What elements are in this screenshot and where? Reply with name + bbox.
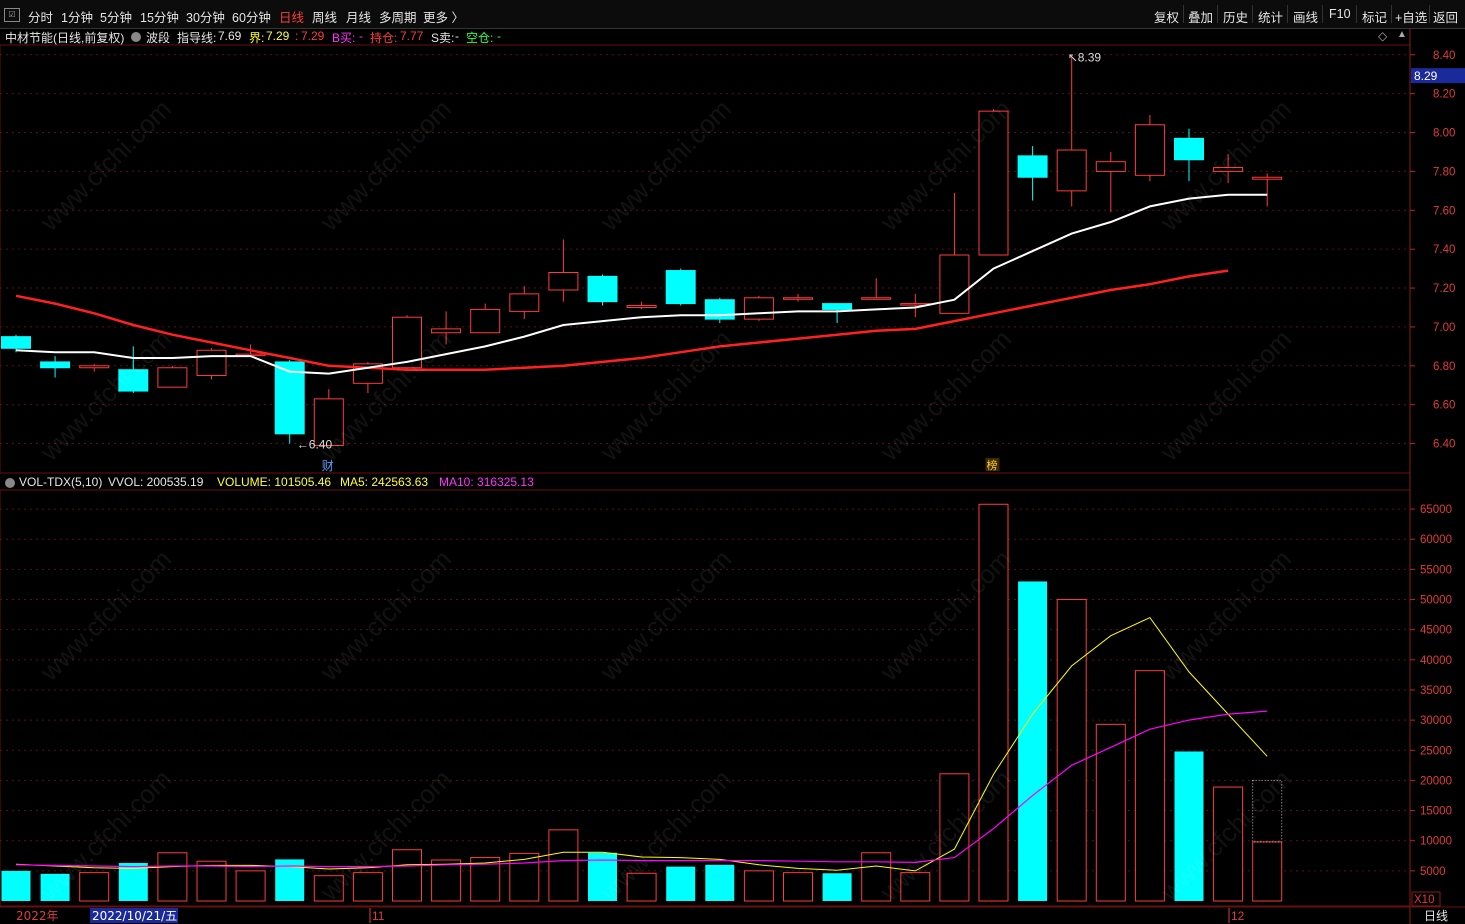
volume-bar-up — [1095, 723, 1126, 902]
volume-axis-label: 60000 — [1420, 534, 1452, 546]
volume-bar-up — [1252, 841, 1283, 902]
candle-body-up — [1095, 161, 1126, 172]
kline-chart[interactable]: 8.40 8.20 8.00 7.80 7.60 7.40 7.20 7.00 6.80 6.60… — [0, 0, 1465, 924]
volume-bar-down — [1174, 751, 1204, 901]
candle-body-up — [978, 110, 1009, 256]
volume-bar-up — [79, 872, 110, 902]
volume-bar-up — [392, 849, 422, 902]
candle-body-up — [1056, 149, 1087, 192]
volume-bar-up — [196, 860, 227, 902]
volume-axis-label: 45000 — [1420, 625, 1452, 637]
candle-body-up — [743, 297, 774, 320]
candle-body-up — [626, 305, 657, 308]
volume-axis-label: 35000 — [1420, 685, 1452, 697]
high-price-marker: ↖8.39 — [1068, 51, 1102, 65]
candle-body-up — [1134, 124, 1165, 176]
volume-bar-up — [157, 852, 188, 902]
price-axis-label: 8.00 — [1433, 128, 1455, 140]
volume-bar-down — [666, 866, 696, 901]
volume-bar-up — [1134, 670, 1165, 902]
volume-bar-up — [1213, 786, 1244, 902]
volume-bar-up — [743, 870, 774, 902]
volume-axis-label: 25000 — [1420, 745, 1452, 757]
candle-body-up — [939, 254, 970, 314]
price-axis-label: 6.60 — [1433, 400, 1455, 412]
candle-body-down — [1174, 137, 1204, 161]
candle-body-up — [783, 297, 813, 300]
candle-body-up — [157, 367, 188, 388]
period-label: 日线 — [1424, 909, 1448, 923]
volume-bar-up — [313, 875, 344, 902]
price-axis-label: 7.20 — [1433, 283, 1455, 295]
candle-body-up — [548, 271, 579, 291]
price-axis-label: 7.80 — [1433, 166, 1455, 178]
volume-bar-up — [900, 872, 931, 902]
volume-bar-up — [626, 872, 657, 902]
price-axis-label: 8.20 — [1433, 89, 1455, 101]
price-axis-label: 6.40 — [1433, 439, 1455, 451]
volume-axis-label: 10000 — [1420, 836, 1452, 848]
volume-axis-label: 30000 — [1420, 715, 1452, 727]
current-price-label: 8.29 — [1414, 69, 1438, 83]
volume-bar-up — [548, 829, 579, 902]
price-axis-label: 7.00 — [1433, 322, 1455, 334]
volume-bar-down — [1, 870, 31, 901]
candle-body-up — [196, 349, 227, 377]
volume-axis-label: 5000 — [1420, 866, 1446, 878]
volume-bar-up — [978, 503, 1009, 902]
candle-body-up — [470, 308, 501, 334]
candle-body-down — [665, 270, 696, 305]
volume-bar-up — [431, 859, 462, 902]
volume-axis-label: 50000 — [1420, 595, 1452, 607]
candle-body-down — [40, 361, 71, 369]
volume-bar-up — [235, 870, 266, 902]
volume-bar-up — [1056, 599, 1087, 902]
candle-body-up — [861, 297, 892, 300]
month-label-nov: 11 — [372, 909, 385, 923]
volume-bar-down — [1018, 581, 1048, 901]
volume-bar-down — [40, 873, 70, 901]
volume-bar-down — [822, 873, 852, 901]
low-price-marker: ←6.40 — [297, 438, 333, 452]
volume-axis-label: 20000 — [1420, 775, 1452, 787]
price-panel-frame — [0, 44, 1411, 474]
price-axis-label: 7.40 — [1433, 244, 1455, 256]
price-axis-label: 7.60 — [1433, 205, 1455, 217]
volume-unit-label: X10 — [1414, 894, 1434, 906]
bang-marker: 榜 — [987, 458, 998, 472]
price-axis-label: 6.80 — [1433, 361, 1455, 373]
candle-body-up — [509, 293, 540, 312]
date-year-label: 2022年 — [16, 909, 59, 923]
volume-bar-up — [352, 872, 383, 902]
candle-body-up — [431, 328, 462, 334]
ma-white-line — [15, 193, 1268, 375]
candle-body-down — [118, 369, 149, 392]
candle-body-down — [1, 336, 31, 349]
price-axis-label: 8.40 — [1433, 50, 1455, 62]
finance-marker: 财 — [322, 459, 334, 473]
volume-axis-label: 65000 — [1420, 504, 1452, 516]
volume-bar-up — [861, 852, 892, 902]
candle-body-up — [1252, 176, 1283, 180]
volume-bar-up — [783, 872, 813, 902]
volume-axis-label: 15000 — [1420, 806, 1452, 818]
month-label-dec: 12 — [1231, 909, 1245, 923]
volume-bar-up — [939, 773, 970, 902]
volume-pending-bar — [1252, 779, 1283, 843]
cursor-date-label: 2022/10/21/五 — [92, 909, 177, 923]
candle-body-up — [1213, 167, 1244, 172]
volume-axis-label: 55000 — [1420, 564, 1452, 576]
candle-body-up — [79, 365, 110, 369]
candle-body-down — [1017, 155, 1048, 178]
volume-axis-label: 40000 — [1420, 655, 1452, 667]
candle-body-down — [822, 303, 853, 310]
candle-body-down — [587, 275, 618, 303]
volume-bar-down — [705, 864, 735, 901]
